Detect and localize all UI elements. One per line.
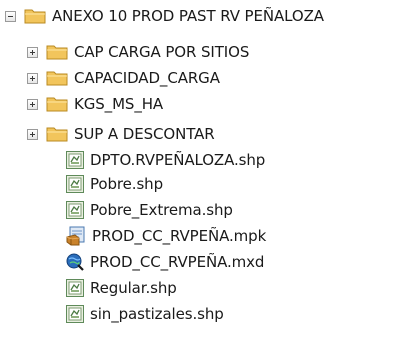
tree-node-label: PROD_CC_RVPEÑA.mxd [90, 253, 265, 271]
shapefile-icon [66, 305, 84, 323]
tree-node-folder[interactable]: CAPACIDAD_CARGA [27, 65, 220, 91]
expand-toggle-icon[interactable] [27, 98, 38, 110]
tree-node-label: ANEXO 10 PROD PAST RV PEÑALOZA [52, 7, 324, 25]
shapefile-icon [66, 279, 84, 297]
folder-icon [24, 7, 46, 25]
tree-node-label: Regular.shp [90, 279, 177, 297]
tree-node-label: KGS_MS_HA [74, 95, 164, 113]
shapefile-icon [66, 151, 84, 169]
tree-node-file[interactable]: DPTO.RVPEÑALOZA.shp [66, 147, 265, 173]
expand-toggle-icon[interactable] [27, 72, 38, 84]
tree-node-label: DPTO.RVPEÑALOZA.shp [90, 151, 266, 169]
tree-node-label: PROD_CC_RVPEÑA.mpk [92, 227, 267, 245]
tree-node-label: CAP CARGA POR SITIOS [74, 43, 250, 61]
tree-node-label: Pobre.shp [90, 175, 163, 193]
folder-icon [46, 69, 68, 87]
map-document-icon [66, 253, 84, 271]
folder-icon [46, 95, 68, 113]
tree-node-file[interactable]: sin_pastizales.shp [66, 301, 224, 327]
tree-node-folder[interactable]: SUP A DESCONTAR [27, 121, 215, 147]
tree-node-folder[interactable]: CAP CARGA POR SITIOS [27, 39, 249, 65]
folder-icon [46, 43, 68, 61]
expand-toggle-icon[interactable] [27, 46, 38, 58]
tree-node-label: sin_pastizales.shp [90, 305, 224, 323]
tree-node-file[interactable]: Pobre_Extrema.shp [66, 197, 233, 223]
tree-node-file[interactable]: PROD_CC_RVPEÑA.mpk [66, 223, 266, 249]
shapefile-icon [66, 175, 84, 193]
collapse-toggle-icon[interactable] [5, 10, 16, 22]
folder-icon [46, 125, 68, 143]
shapefile-icon [66, 201, 84, 219]
tree-node-label: CAPACIDAD_CARGA [74, 69, 220, 87]
tree-node-root-folder[interactable]: ANEXO 10 PROD PAST RV PEÑALOZA [5, 3, 324, 29]
expand-toggle-icon[interactable] [27, 128, 38, 140]
tree-node-label: SUP A DESCONTAR [74, 125, 215, 143]
tree-node-folder[interactable]: KGS_MS_HA [27, 91, 163, 117]
tree-node-file[interactable]: Pobre.shp [66, 171, 163, 197]
tree-node-label: Pobre_Extrema.shp [90, 201, 233, 219]
catalog-tree: ANEXO 10 PROD PAST RV PEÑALOZA CAP CARGA… [0, 0, 410, 352]
map-package-icon [66, 226, 86, 246]
tree-node-file[interactable]: Regular.shp [66, 275, 177, 301]
tree-node-file[interactable]: PROD_CC_RVPEÑA.mxd [66, 249, 264, 275]
